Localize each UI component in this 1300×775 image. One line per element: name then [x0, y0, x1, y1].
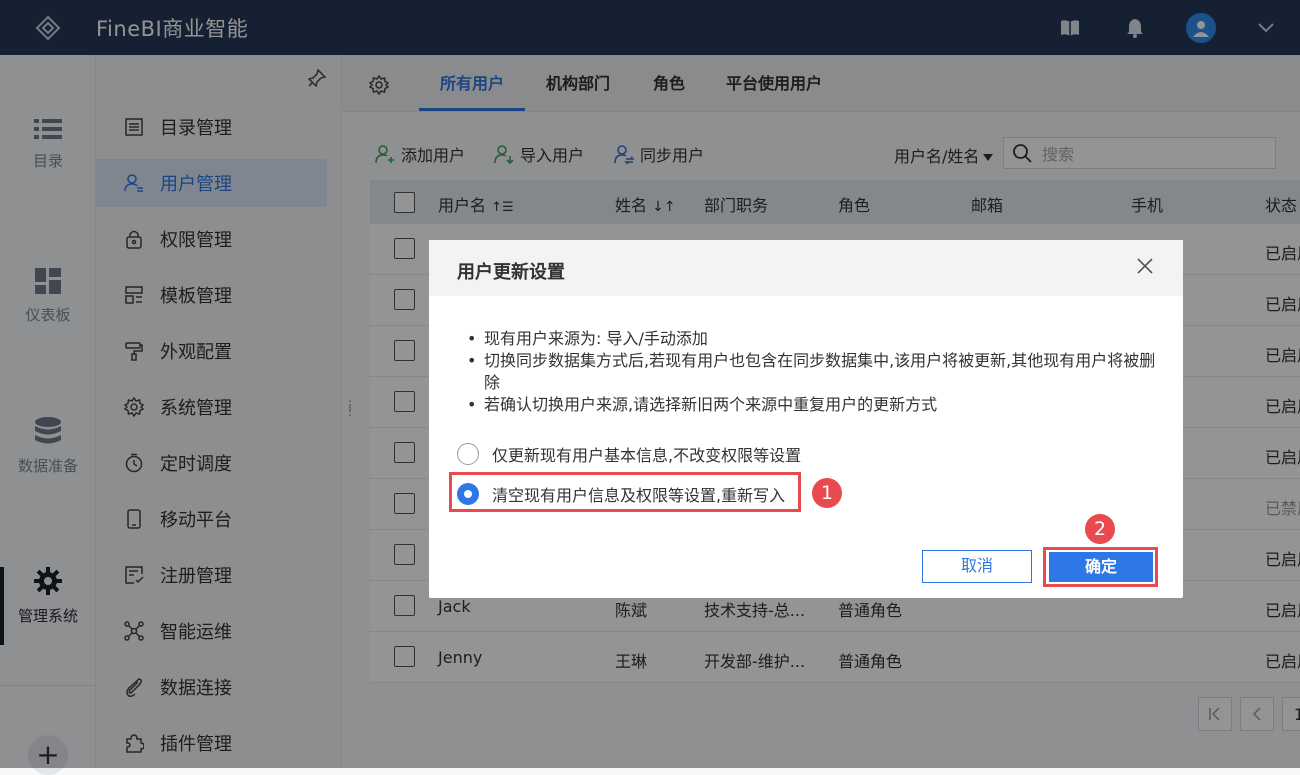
user-update-dialog: 用户更新设置 现有用户来源为: 导入/手动添加 切换同步数据集方式后,若现有用户… — [429, 240, 1183, 598]
option-label: 仅更新现有用户基本信息,不改变权限等设置 — [492, 446, 802, 465]
dialog-header: 用户更新设置 — [429, 240, 1183, 296]
option-update-basic[interactable]: 仅更新现有用户基本信息,不改变权限等设置 — [457, 442, 801, 466]
dialog-title: 用户更新设置 — [457, 262, 565, 283]
note-item: 若确认切换用户来源,请选择新旧两个来源中重复用户的更新方式 — [457, 394, 1167, 416]
highlight-box-confirm — [1043, 547, 1158, 587]
close-icon[interactable] — [1137, 258, 1153, 278]
radio-button[interactable] — [457, 443, 479, 465]
highlight-box-option — [449, 472, 801, 512]
step-badge-1: 1 — [812, 478, 842, 508]
cancel-button[interactable]: 取消 — [922, 550, 1032, 583]
note-item: 现有用户来源为: 导入/手动添加 — [457, 328, 1167, 350]
step-badge-2: 2 — [1085, 514, 1115, 544]
dialog-notes: 现有用户来源为: 导入/手动添加 切换同步数据集方式后,若现有用户也包含在同步数… — [457, 328, 1167, 416]
note-item: 切换同步数据集方式后,若现有用户也包含在同步数据集中,该用户将被更新,其他现有用… — [457, 350, 1167, 394]
